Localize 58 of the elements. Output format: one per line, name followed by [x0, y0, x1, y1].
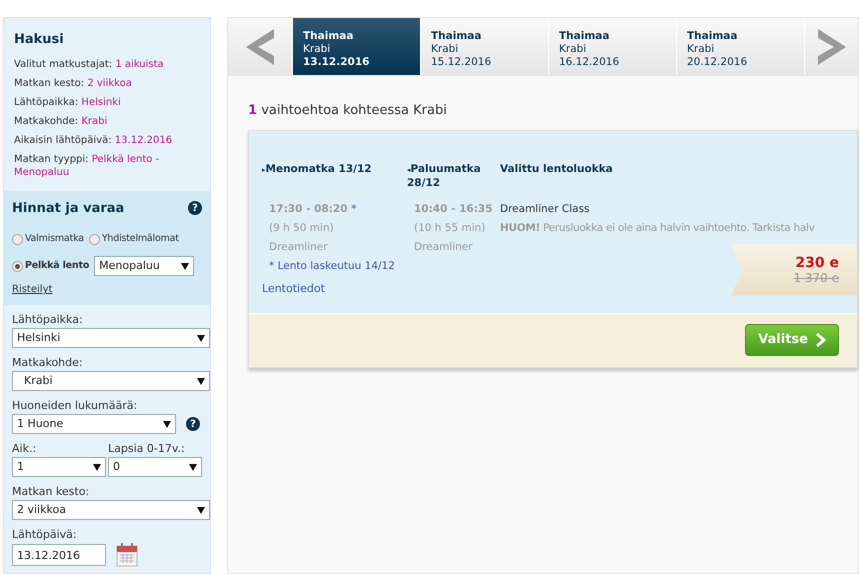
- flight-type-select[interactable]: Menopaluu: [94, 256, 194, 276]
- dropdown-arrow-icon: [189, 464, 197, 471]
- help-icon[interactable]: ?: [188, 201, 202, 216]
- landing-note: * Lento laskeutuu 14/12: [269, 260, 396, 272]
- dropdown-arrow-icon: [197, 378, 205, 385]
- help-icon[interactable]: ?: [186, 417, 200, 432]
- duration-select[interactable]: 2 viikkoa: [12, 500, 210, 520]
- outbound-aircraft: Dreamliner: [269, 240, 329, 254]
- dropdown-arrow-icon: [93, 464, 101, 471]
- calendar-icon[interactable]: [116, 543, 138, 568]
- summary-item: Matkakohde: Krabi: [14, 114, 108, 128]
- dropdown-arrow-icon: [197, 506, 205, 514]
- class-name: Dreamliner Class: [500, 202, 591, 216]
- date-tab[interactable]: Thaimaa Krabi 20.12.2016: [677, 18, 805, 75]
- trip-type-radio[interactable]: Yhdistelmälomat: [88, 232, 179, 246]
- chevron-left-icon[interactable]: [244, 28, 276, 64]
- chevron-right-icon[interactable]: [816, 28, 848, 64]
- departure-select[interactable]: Helsinki: [12, 328, 210, 348]
- summary-item: Matkan kesto: 2 viikkoa: [14, 76, 133, 90]
- price: 230 e: [795, 254, 839, 270]
- summary-item: Aikaisin lähtöpäivä: 13.12.2016: [14, 134, 174, 146]
- summary-item: Matkan tyyppi: Pelkkä lento - Menopaluu: [14, 152, 160, 178]
- dropdown-arrow-icon: [197, 334, 205, 342]
- children-select[interactable]: 0: [108, 457, 202, 478]
- class-title: Valittu lentoluokka: [500, 162, 614, 176]
- destination-select[interactable]: Krabi: [12, 371, 210, 392]
- date-tab[interactable]: Thaimaa Krabi 16.12.2016: [549, 18, 677, 75]
- prices-title: Hinnat ja varaa: [12, 200, 124, 218]
- field-label: Huoneiden lukumäärä:: [12, 399, 138, 414]
- outbound-duration: (9 h 50 min): [269, 222, 335, 236]
- date-field[interactable]: 13.12.2016: [12, 544, 106, 566]
- return-time: 10:40 - 16:35: [414, 202, 494, 216]
- outbound-time: 17:30 - 08:20 *: [269, 202, 358, 216]
- return-aircraft: Dreamliner: [414, 240, 474, 254]
- field-label: Lähtöpaikka:: [12, 313, 84, 328]
- field-label: Lapsia 0-17v.:: [108, 442, 186, 456]
- trip-type-radio[interactable]: Valmismatka: [12, 232, 84, 246]
- chevron-right-icon: [816, 333, 826, 347]
- adults-select[interactable]: 1: [12, 457, 106, 478]
- field-label: Aik.:: [12, 442, 38, 456]
- date-tab[interactable]: Thaimaa Krabi 13.12.2016: [293, 18, 421, 75]
- date-tab[interactable]: Thaimaa Krabi 15.12.2016: [421, 18, 549, 75]
- dropdown-arrow-icon: [181, 262, 190, 270]
- field-label: Matkan kesto:: [12, 485, 90, 500]
- rooms-select[interactable]: 1 Huone: [12, 414, 176, 434]
- summary-item: Lähtöpaikka: Helsinki: [14, 96, 122, 108]
- results-heading: 1 vaihtoehtoa kohteessa Krabi: [248, 102, 448, 120]
- class-notice: HUOM! Perusluokka ei ole aina halvin vaihtoehto. Tarkista halv: [500, 222, 815, 234]
- summary-item: Valitut matkustajat: 1 aikuista: [14, 58, 165, 70]
- cruise-link[interactable]: Risteilyt: [12, 282, 202, 298]
- return-duration: (10 h 55 min): [414, 222, 486, 236]
- trip-type-radio[interactable]: Pelkkä lento: [12, 259, 90, 274]
- dropdown-arrow-icon: [163, 420, 171, 428]
- field-label: Lähtöpäivä:: [12, 528, 78, 542]
- flight-details-link[interactable]: Lentotiedot: [262, 280, 325, 297]
- old-price: 1 370 e: [793, 270, 839, 284]
- summary-title: Hakusi: [14, 31, 65, 49]
- field-label: Matkakohde:: [12, 356, 84, 370]
